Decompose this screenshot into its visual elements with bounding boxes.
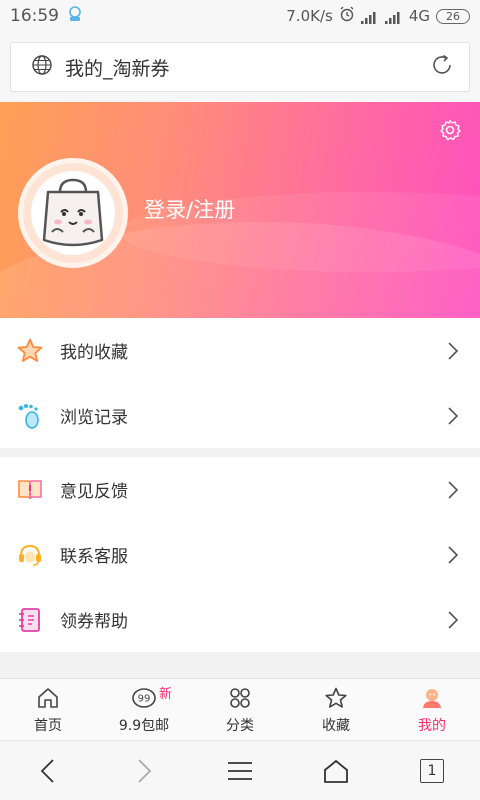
menu-label: 意见反馈: [60, 482, 128, 502]
menu-item-coupon-help[interactable]: 领券帮助: [0, 587, 480, 652]
address-bar-container: 我的_淘新券: [0, 32, 480, 102]
svg-text:99: 99: [138, 693, 151, 704]
tab-label: 收藏: [322, 717, 350, 734]
menu-label: 我的收藏: [60, 343, 128, 363]
status-time: 16:59: [10, 6, 59, 26]
headset-icon: [16, 541, 44, 569]
browser-nav-bar: 1: [0, 740, 480, 800]
star-outline-icon: [323, 685, 349, 711]
notification-icon: [67, 5, 83, 28]
profile-banner: 登录/注册: [0, 102, 480, 318]
tab-label: 分类: [226, 717, 254, 734]
menu-group-primary: 我的收藏 浏览记录: [0, 318, 480, 448]
tab-profile[interactable]: 我的: [384, 679, 480, 740]
address-bar[interactable]: 我的_淘新券: [10, 42, 470, 92]
back-icon[interactable]: [24, 751, 72, 791]
shopping-bag-mascot-icon: [31, 171, 115, 255]
login-register-link[interactable]: 登录/注册: [144, 194, 235, 224]
menu-item-customer-service[interactable]: 联系客服: [0, 522, 480, 587]
category-icon: [227, 685, 253, 711]
globe-icon: [31, 54, 53, 80]
status-right: 7.0K/s 4G 26: [286, 6, 470, 26]
battery-level: 26: [446, 9, 460, 23]
signal-icon: [360, 10, 379, 24]
home-nav-icon[interactable]: [312, 751, 360, 791]
chevron-right-icon: [446, 480, 460, 500]
tab-nine-nine[interactable]: 新 99 9.9包邮: [96, 679, 192, 740]
tab-label: 9.9包邮: [118, 717, 170, 734]
menu-label: 联系客服: [60, 547, 128, 567]
tabs-button[interactable]: 1: [408, 751, 456, 791]
forward-icon[interactable]: [120, 751, 168, 791]
tab-label: 我的: [418, 717, 446, 734]
status-bar: 16:59 7.0K/s 4G 26: [0, 0, 480, 32]
menu-group-secondary: 意见反馈 联系客服 领券帮助: [0, 457, 480, 652]
status-left: 16:59: [10, 5, 83, 28]
menu-item-history[interactable]: 浏览记录: [0, 383, 480, 448]
battery-icon: 26: [436, 8, 470, 24]
new-badge: 新: [159, 687, 173, 702]
footprint-icon: [16, 402, 44, 430]
settings-icon[interactable]: [438, 118, 462, 142]
menu-label: 浏览记录: [60, 408, 128, 428]
menu-item-feedback[interactable]: 意见反馈: [0, 457, 480, 522]
avatar[interactable]: [18, 158, 128, 268]
tab-category[interactable]: 分类: [192, 679, 288, 740]
star-icon: [16, 337, 44, 365]
home-icon: [35, 685, 61, 711]
chevron-right-icon: [446, 610, 460, 630]
feedback-icon: [16, 476, 44, 504]
profile-icon: [419, 685, 445, 711]
refresh-icon[interactable]: [429, 52, 455, 82]
chevron-right-icon: [446, 545, 460, 565]
menu-item-favorites[interactable]: 我的收藏: [0, 318, 480, 383]
chevron-right-icon: [446, 341, 460, 361]
menu-icon[interactable]: [216, 751, 264, 791]
bottom-tab-bar: 首页 新 99 9.9包邮 分类 收藏 我的: [0, 678, 480, 740]
tab-label: 首页: [34, 717, 62, 734]
network-type: 4G: [408, 7, 430, 25]
app-screen: 16:59 7.0K/s 4G 26 我的_淘新券 登录/注册 我的收藏 浏览记…: [0, 0, 480, 800]
tab-home[interactable]: 首页: [0, 679, 96, 740]
net-speed: 7.0K/s: [286, 7, 333, 25]
alarm-icon: [339, 6, 355, 26]
help-book-icon: [16, 606, 44, 634]
tab-favorites[interactable]: 收藏: [288, 679, 384, 740]
signal-icon-2: [384, 10, 403, 24]
tab-count: 1: [420, 758, 444, 783]
nine-nine-icon: 99: [131, 685, 157, 711]
page-title: 我的_淘新券: [65, 57, 170, 80]
menu-label: 领券帮助: [60, 612, 128, 632]
chevron-right-icon: [446, 406, 460, 426]
